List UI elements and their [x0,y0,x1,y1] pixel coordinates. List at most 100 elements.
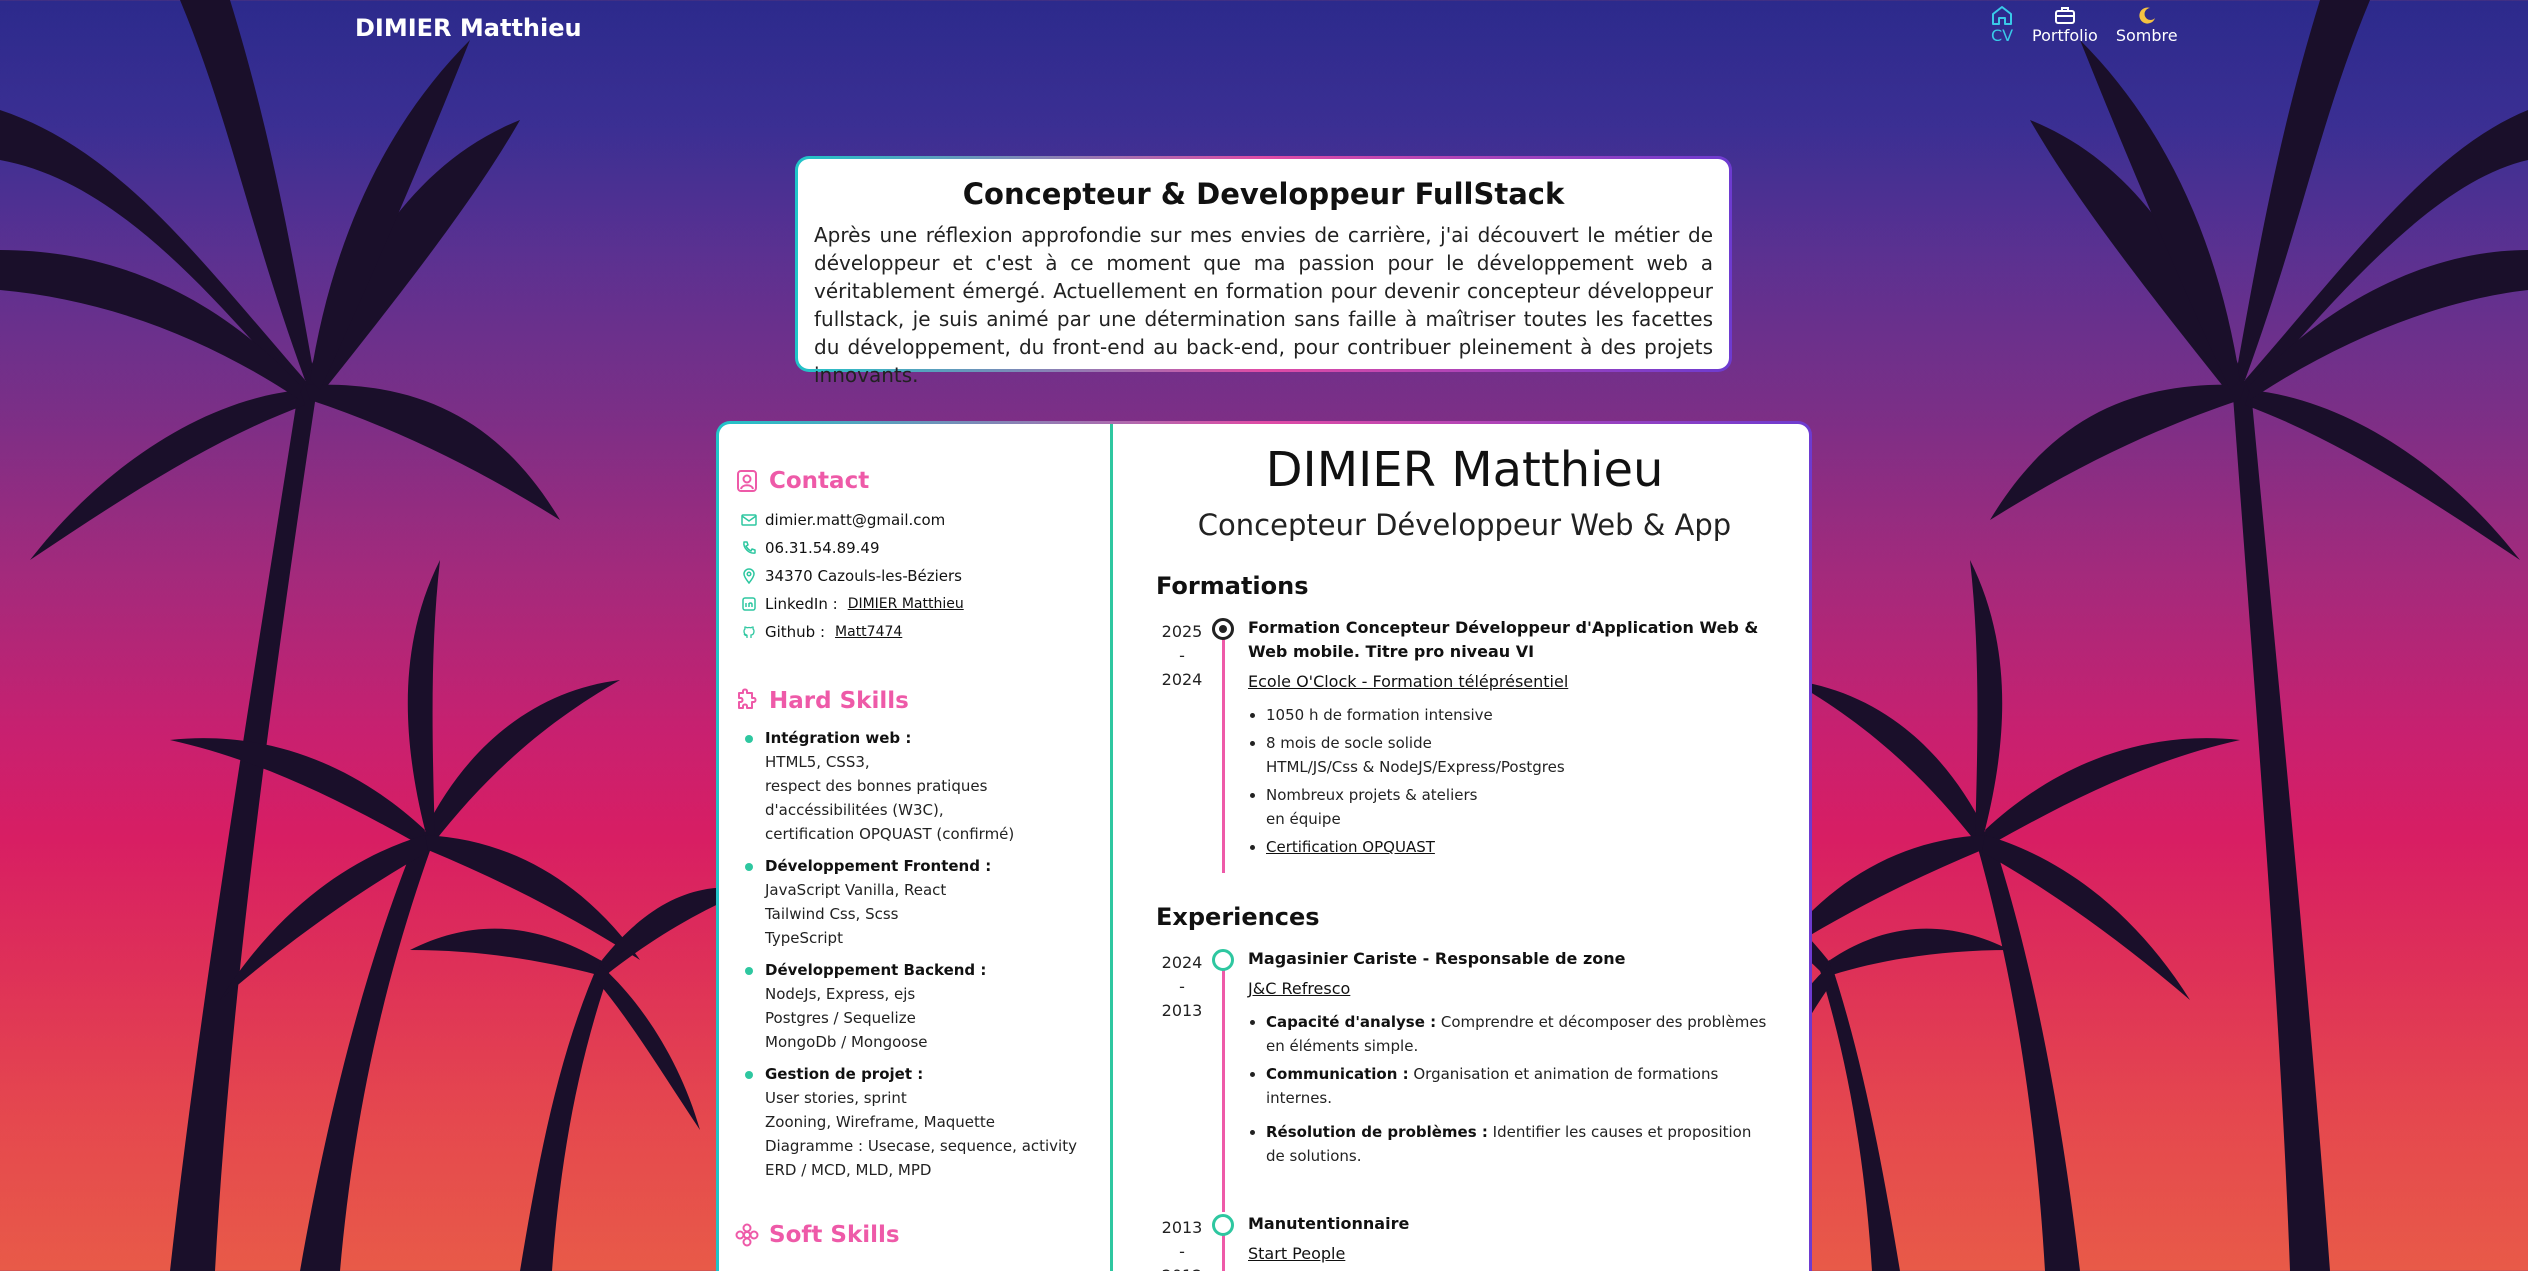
formation-bullets: 1050 h de formation intensive 8 mois de … [1248,703,1773,859]
experience-title: Magasinier Cariste - Responsable de zone [1248,949,1626,968]
skill-name: Gestion de projet : [765,1065,924,1083]
moon-icon [2139,7,2155,24]
formation-bullet: 1050 h de formation intensive [1266,703,1773,727]
experiences-heading: Experiences [1156,903,1320,931]
experience-content: Manutentionnaire Start People [1238,1212,1773,1271]
linkedin-icon [742,597,756,611]
cv-card: Contact dimier.matt@gmail.com 06.31.54.8… [716,421,1812,1271]
profile-role: Concepteur Développeur Web & App [1197,508,1732,542]
nav-portfolio[interactable]: Portfolio [2032,4,2098,45]
formation-item: 2025 - 2024 Formation Concepteur Dévelop… [1156,616,1773,873]
bullet-bold: Communication : [1266,1065,1409,1083]
year-end: 2012 [1156,1264,1208,1271]
year-start: 2025 [1161,622,1203,641]
year-end: 2024 [1161,670,1203,689]
contact-heading: Contact [735,468,1094,494]
timeline-dot [1212,1214,1234,1236]
bullet-text: 8 mois de socle solide [1266,734,1432,752]
skill-line: Zooning, Wireframe, Maquette [765,1113,996,1131]
contact-phone-text: 06.31.54.89.49 [765,539,880,557]
skill-line: Tailwind Css, Scss [765,905,899,923]
skill-line: MongoDb / Mongoose [765,1033,928,1051]
formation-bullet: Nombreux projets & ateliers en équipe [1266,783,1773,831]
timeline-dot [1212,949,1234,971]
github-link[interactable]: Matt7474 [835,624,902,640]
cv-sidebar: Contact dimier.matt@gmail.com 06.31.54.8… [719,424,1113,1271]
bullet-text: Nombreux projets & ateliers [1266,786,1478,804]
skill-line: Diagramme : Usecase, sequence, activity [765,1137,1077,1155]
linkedin-link[interactable]: DIMIER Matthieu [848,596,964,612]
skill-name: Développement Backend : [765,961,987,979]
skill-item: Intégration web : HTML5, CSS3, respect d… [735,726,1094,846]
flower-icon [735,1223,759,1247]
timeline-dot-current [1212,618,1234,640]
skill-line: User stories, sprint [765,1089,907,1107]
nav-cv[interactable]: CV [1990,4,2014,45]
cv-main: DIMIER Matthieu Concepteur Développeur W… [1116,424,1809,1271]
experience-title: Manutentionnaire [1248,1214,1410,1233]
nav-dark-mode-toggle[interactable]: Sombre [2116,4,2178,45]
formations-heading: Formations [1156,572,1309,600]
hard-skills-heading: Hard Skills [735,688,1094,714]
experience-content: Magasinier Cariste - Responsable de zone… [1238,947,1773,1212]
contact-email-text: dimier.matt@gmail.com [765,511,946,529]
skill-line: TypeScript [765,929,843,947]
bullet-bold: Capacité d'analyse : [1266,1013,1437,1031]
hard-skills-list: Intégration web : HTML5, CSS3, respect d… [735,726,1094,1182]
contact-github: Github : Matt7474 [735,618,1094,646]
main-nav: CV Portfolio Sombre [1990,4,2178,45]
top-navbar: DIMIER Matthieu CV Portfolio Sombre [0,0,2528,60]
formation-years: 2025 - 2024 [1156,616,1208,873]
soft-skills-heading: Soft Skills [735,1222,1094,1248]
skill-line: respect des bonnes pratiques d'accéssibi… [765,777,988,819]
year-start: 2024 [1161,953,1203,972]
hard-skills-title: Hard Skills [769,688,909,714]
year-end: 2013 [1161,1001,1203,1020]
home-icon [1992,6,2012,25]
nav-cv-label: CV [1990,26,2014,45]
year-separator: - [1179,1242,1185,1261]
formation-school-link[interactable]: Ecole O'Clock - Formation téléprésentiel [1248,672,1568,691]
experience-item: 2013 - 2012 Manutentionnaire Start Peopl… [1156,1212,1773,1271]
experience-company-link[interactable]: Start People [1248,1244,1345,1263]
soft-skills-title: Soft Skills [769,1222,900,1248]
skill-line: HTML5, CSS3, [765,753,870,771]
timeline-line [1208,616,1238,873]
mail-icon [741,514,757,526]
intro-title: Concepteur & Developpeur FullStack [962,177,1565,211]
skill-line: JavaScript Vanilla, React [765,881,947,899]
experience-bullets: Capacité d'analyse : Comprendre et décom… [1248,1010,1773,1168]
briefcase-icon [2054,7,2075,24]
year-separator: - [1179,977,1185,996]
location-pin-icon [743,568,755,584]
skill-name: Développement Frontend : [765,857,992,875]
skill-line: NodeJs, Express, ejs [765,985,916,1003]
bullet-text: en équipe [1266,810,1341,828]
skill-line: ERD / MCD, MLD, MPD [765,1161,932,1179]
experience-bullet: Résolution de problèmes : Identifier les… [1266,1120,1773,1168]
bullet-bold: Résolution de problèmes : [1266,1123,1488,1141]
contact-email[interactable]: dimier.matt@gmail.com [735,506,1094,534]
experience-company-link[interactable]: J&C Refresco [1248,979,1350,998]
profile-name: DIMIER Matthieu [1265,442,1664,498]
contact-phone[interactable]: 06.31.54.89.49 [735,534,1094,562]
certification-link[interactable]: Certification OPQUAST [1266,838,1435,856]
skill-item: Développement Backend : NodeJs, Express,… [735,958,1094,1054]
phone-icon [743,541,756,554]
skill-line: certification OPQUAST (confirmé) [765,825,1015,843]
experience-years: 2013 - 2012 [1156,1212,1208,1271]
year-separator: - [1179,646,1185,665]
skill-name: Intégration web : [765,729,912,747]
nav-portfolio-label: Portfolio [2032,26,2098,45]
experience-years: 2024 - 2013 [1156,947,1208,1212]
skill-item: Développement Frontend : JavaScript Vani… [735,854,1094,950]
year-start: 2013 [1161,1218,1203,1237]
site-brand[interactable]: DIMIER Matthieu [355,14,582,42]
contact-address-text: 34370 Cazouls-les-Béziers [765,567,962,585]
bullet-text: HTML/JS/Css & NodeJS/Express/Postgres [1266,758,1565,776]
puzzle-icon [738,688,757,709]
contact-github-label: Github : [765,623,826,641]
github-icon [743,626,755,638]
contact-list: dimier.matt@gmail.com 06.31.54.89.49 343… [735,506,1094,646]
contact-linkedin-label: LinkedIn : [765,595,838,613]
